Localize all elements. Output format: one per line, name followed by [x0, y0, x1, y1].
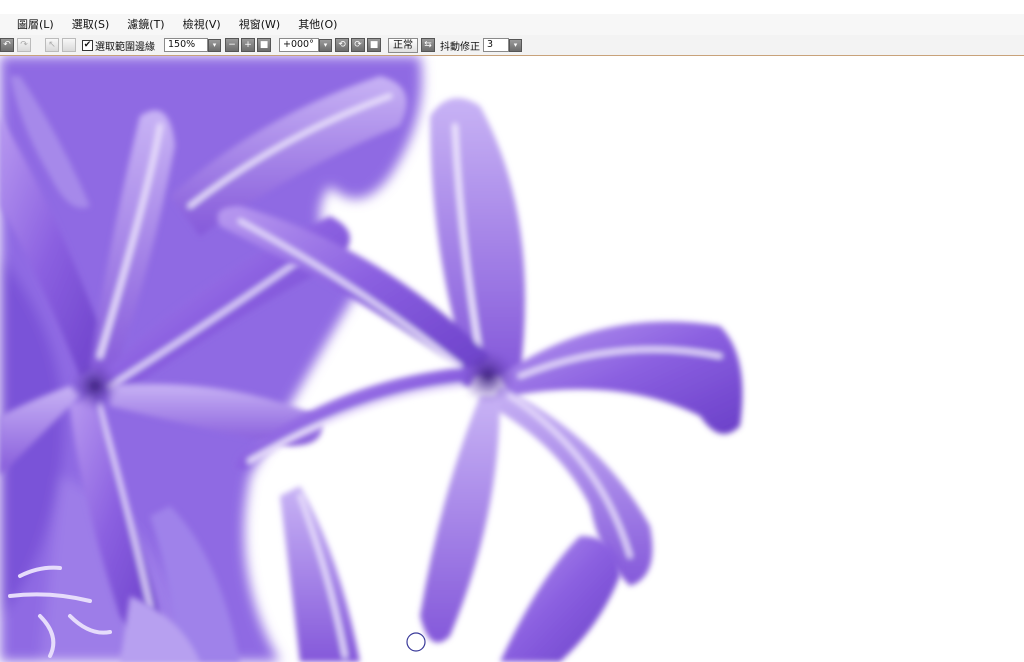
zoom-out-button[interactable]: −: [225, 38, 239, 52]
rotation-dropdown-icon[interactable]: ▾: [319, 38, 332, 52]
menu-select[interactable]: 選取(S): [63, 14, 119, 35]
rotate-ccw-button[interactable]: ⟲: [335, 38, 349, 52]
menu-other[interactable]: 其他(O): [289, 14, 346, 35]
flip-horizontal-button[interactable]: ⇆: [421, 38, 435, 52]
blend-mode-button[interactable]: 正常: [388, 37, 418, 53]
rotation-reset-button[interactable]: ■: [367, 38, 381, 52]
drawing-canvas[interactable]: [0, 56, 1024, 662]
undo-button[interactable]: ↶: [0, 38, 14, 52]
stabilizer-input[interactable]: 3: [483, 38, 509, 52]
title-strip: [0, 0, 1024, 14]
menu-layer[interactable]: 圖層(L): [8, 14, 63, 35]
zoom-reset-button[interactable]: ■: [257, 38, 271, 52]
menu-filter[interactable]: 濾鏡(T): [118, 14, 173, 35]
stabilizer-label: 抖動修正: [440, 41, 480, 53]
redo-button[interactable]: ↷: [17, 38, 31, 52]
menu-window[interactable]: 視窗(W): [230, 14, 289, 35]
zoom-input[interactable]: 150%: [164, 38, 208, 52]
tool-options-bar: ↶ ↷ ↖ ✔ 選取範圍邊緣 150% ▾ − + ■ +000° ▾ ⟲ ⟳ …: [0, 35, 1024, 56]
invert-selection-button[interactable]: [62, 38, 76, 52]
brush-cursor-icon: [406, 632, 426, 652]
stabilizer-dropdown-icon[interactable]: ▾: [509, 38, 522, 52]
zoom-in-button[interactable]: +: [241, 38, 255, 52]
rotation-input[interactable]: +000°: [279, 38, 319, 52]
zoom-dropdown-icon[interactable]: ▾: [208, 38, 221, 52]
canvas-artwork: [0, 56, 743, 662]
menu-view[interactable]: 檢視(V): [174, 14, 230, 35]
paint-app-window: 圖層(L) 選取(S) 濾鏡(T) 檢視(V) 視窗(W) 其他(O) ↶ ↷ …: [0, 0, 1024, 662]
antialias-label: 選取範圍邊緣: [95, 41, 155, 53]
deselect-button[interactable]: ↖: [45, 38, 59, 52]
menu-bar: 圖層(L) 選取(S) 濾鏡(T) 檢視(V) 視窗(W) 其他(O): [0, 14, 1024, 35]
antialias-checkbox[interactable]: ✔: [82, 39, 93, 51]
rotate-cw-button[interactable]: ⟳: [351, 38, 365, 52]
